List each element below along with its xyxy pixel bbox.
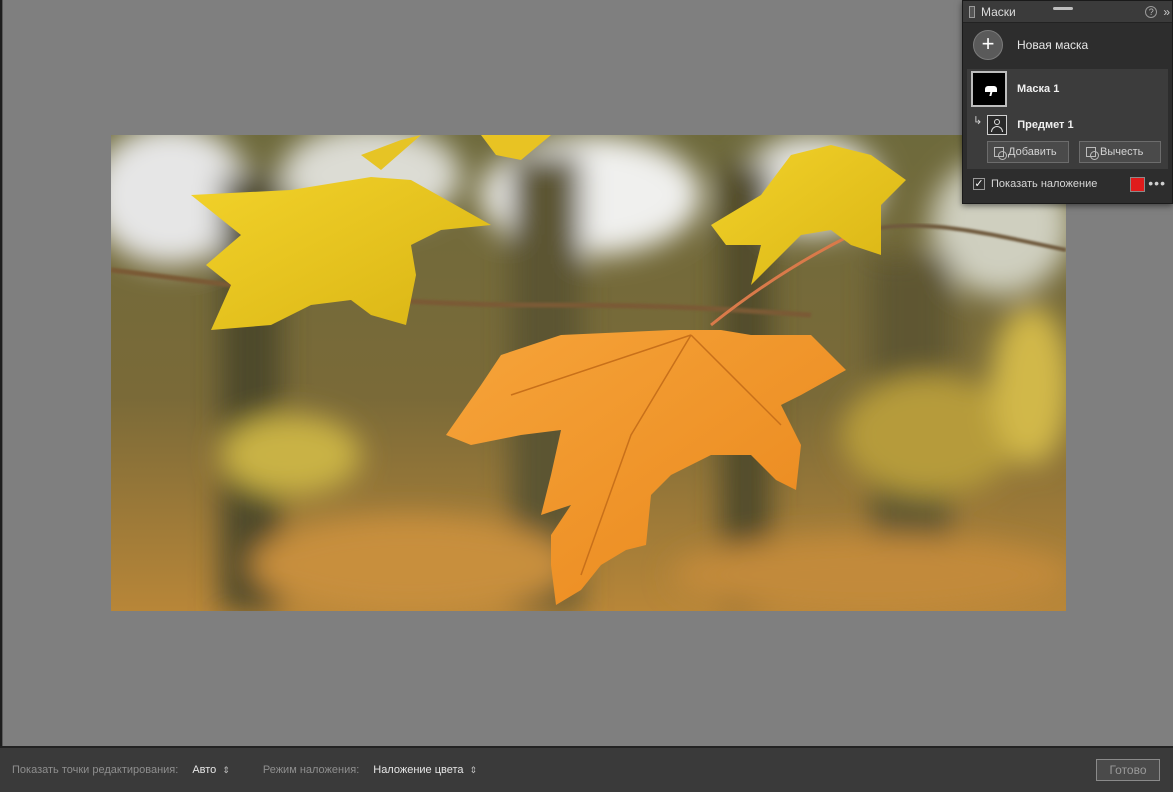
add-button-label: Добавить — [1008, 146, 1057, 158]
subject-icon[interactable] — [987, 115, 1008, 135]
done-button[interactable]: Готово — [1096, 759, 1160, 781]
edit-points-select[interactable]: Авто — [192, 764, 216, 776]
panel-drag-handle[interactable] — [1053, 7, 1073, 10]
mask-component-name[interactable]: Предмет 1 — [1017, 119, 1073, 131]
edit-points-label: Показать точки редактирования: — [12, 764, 179, 776]
leaf-stem-icon — [989, 91, 993, 96]
show-overlay-checkbox[interactable]: ✓ — [973, 178, 985, 190]
show-overlay-row: ✓ Показать наложение ••• — [963, 169, 1172, 199]
mask-item[interactable]: Маска 1 — [967, 69, 1168, 109]
subtract-button[interactable]: Вычесть — [1079, 141, 1161, 163]
more-options-icon[interactable]: ••• — [1148, 175, 1166, 191]
mask-name[interactable]: Маска 1 — [1017, 83, 1059, 95]
add-button[interactable]: Добавить — [987, 141, 1069, 163]
plus-icon[interactable]: + — [973, 30, 1003, 60]
add-mask-icon — [994, 147, 1007, 160]
expand-panel-icon[interactable]: » — [1163, 5, 1170, 19]
new-mask-label[interactable]: Новая маска — [1017, 38, 1088, 52]
overlay-color-swatch[interactable] — [1130, 177, 1145, 192]
maple-leaves-photo — [111, 135, 1066, 611]
panel-grip-icon[interactable] — [969, 5, 975, 18]
help-icon[interactable]: ? — [1145, 5, 1158, 18]
mask-thumbnail[interactable] — [971, 71, 1007, 107]
masks-panel: Маски ? » + Новая маска Маска 1 ↳ Предме… — [962, 0, 1173, 204]
bottom-toolbar: Показать точки редактирования: Авто ⇕ Ре… — [0, 746, 1173, 792]
photo-preview[interactable] — [111, 135, 1066, 611]
subtract-mask-icon — [1086, 147, 1099, 160]
mask-actions: Добавить Вычесть — [967, 141, 1168, 163]
edit-points-chevron-icon[interactable]: ⇕ — [222, 765, 230, 776]
person-head-shape — [994, 119, 1001, 125]
child-arrow-icon: ↳ — [973, 114, 983, 127]
person-body-shape — [991, 126, 1004, 132]
new-mask-row[interactable]: + Новая маска — [963, 23, 1172, 67]
mask-component-item[interactable]: ↳ Предмет 1 — [967, 109, 1168, 141]
show-overlay-label[interactable]: Показать наложение — [991, 178, 1097, 190]
subtract-button-label: Вычесть — [1100, 146, 1144, 158]
mask-list: Маска 1 ↳ Предмет 1 Добавить Вычесть — [967, 69, 1168, 169]
blend-mode-select[interactable]: Наложение цвета — [373, 764, 463, 776]
blend-mode-label: Режим наложения: — [262, 764, 360, 776]
blend-mode-chevron-icon[interactable]: ⇕ — [470, 765, 478, 776]
masks-panel-header[interactable]: Маски ? » — [963, 1, 1172, 23]
